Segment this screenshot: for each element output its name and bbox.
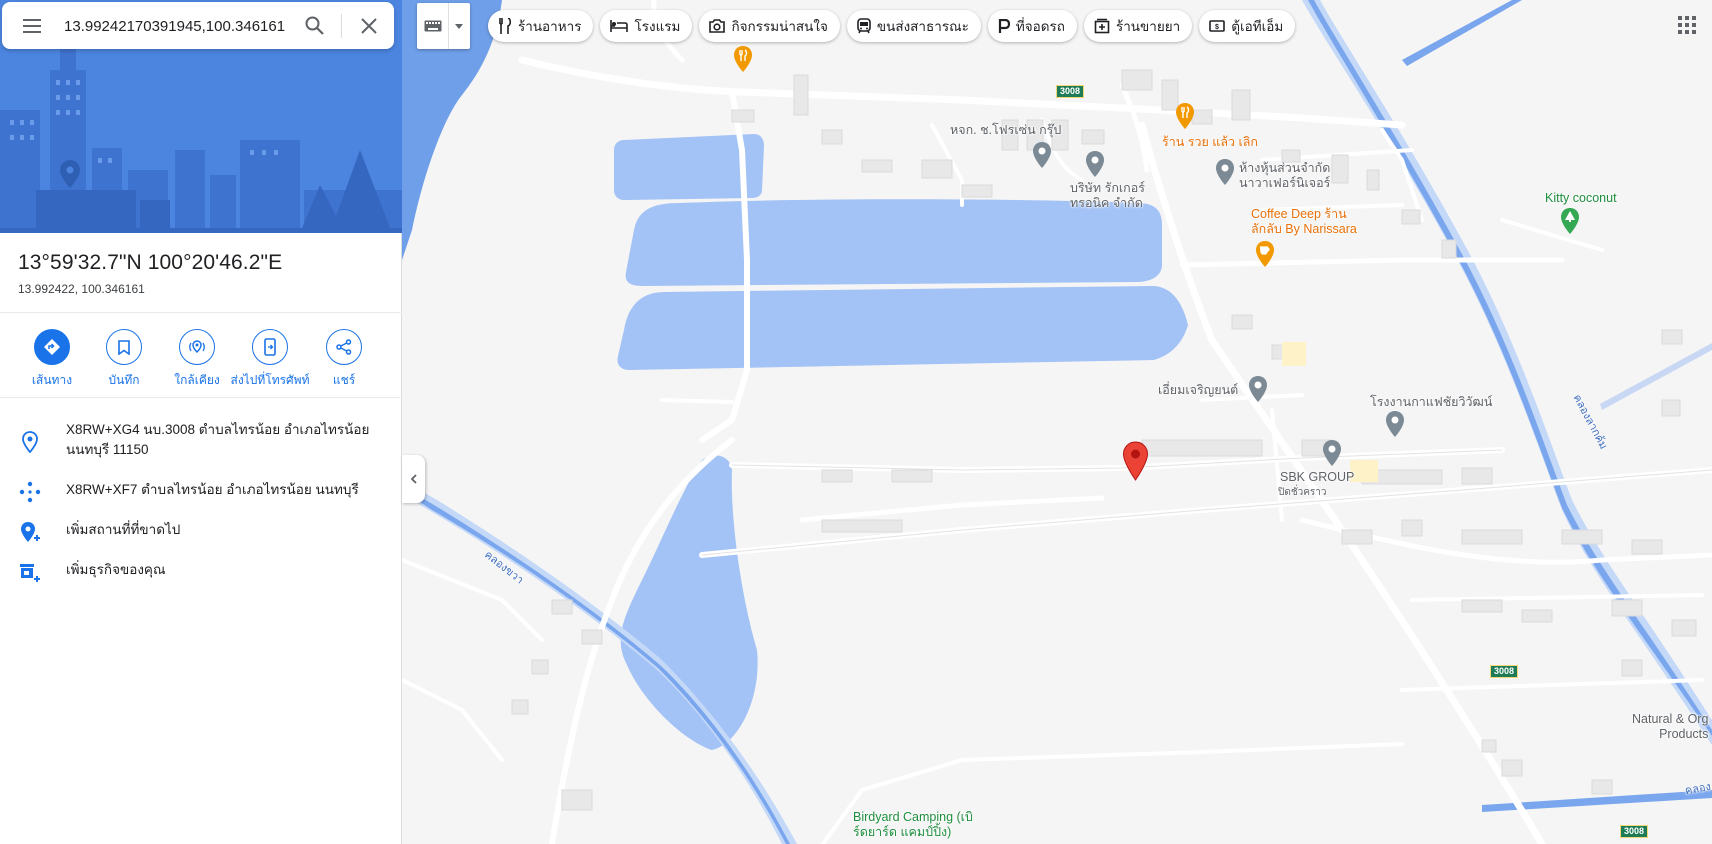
poi-label-iam[interactable]: เอี่ยมเจริญยนต์ <box>1158 383 1238 398</box>
poi-label-sbk[interactable]: SBK GROUP <box>1280 470 1354 485</box>
chip-hotels[interactable]: โรงแรม <box>600 10 693 42</box>
menu-button[interactable] <box>10 2 54 49</box>
pharmacy-icon <box>1094 18 1110 34</box>
place-decimal-coords: 13.992422, 100.346161 <box>18 282 145 296</box>
svg-text:$: $ <box>1215 24 1219 31</box>
route-shield: 3008 <box>1056 85 1084 98</box>
nearby-button[interactable]: ใกล้เคียง <box>155 329 239 390</box>
pond <box>620 455 758 750</box>
pond <box>625 199 1162 286</box>
share-button[interactable]: แชร์ <box>302 329 386 390</box>
location-pin-icon <box>18 430 42 454</box>
chip-parking[interactable]: ที่จอดรถ <box>987 10 1077 42</box>
search-button[interactable] <box>294 2 334 49</box>
restaurant-pin-icon[interactable] <box>733 45 753 73</box>
add-business-text: เพิ่มธุรกิจของคุณ <box>66 562 166 577</box>
poi-label-borisat[interactable]: บริษัท รักเกอร์ ทรอนิค จำกัด <box>1070 181 1145 211</box>
directions-label: เส้นทาง <box>31 373 73 387</box>
add-business-row[interactable]: เพิ่มธุรกิจของคุณ <box>0 560 402 584</box>
google-apps-icon[interactable] <box>1676 14 1698 36</box>
add-business-icon <box>18 560 42 584</box>
place-panel: 13°59'32.7"N 100°20'46.2"E 13.992422, 10… <box>0 0 402 844</box>
add-place-row[interactable]: เพิ่มสถานที่ที่ขาดไป <box>0 520 402 544</box>
poi-label-hang-hun[interactable]: ห้างหุ้นส่วนจำกัด นาวาเฟอร์นิเจอร์ <box>1239 161 1330 191</box>
poi-label-ran-ruay[interactable]: ร้าน รวย แล้ว เลิก <box>1162 135 1258 150</box>
keyboard-icon[interactable] <box>417 3 449 49</box>
route-shield: 3008 <box>1620 825 1648 838</box>
close-button[interactable] <box>349 2 389 49</box>
input-tools-button[interactable] <box>417 3 470 49</box>
plus-code-row[interactable]: X8RW+XF7 ตำบลไทรน้อย อำเภอไทรน้อย นนทบุร… <box>0 480 402 504</box>
divider <box>0 397 402 398</box>
nearby-label: ใกล้เคียง <box>174 373 220 387</box>
restaurant-pin-icon[interactable] <box>1175 102 1195 130</box>
pond <box>617 286 1188 370</box>
address-text: X8RW+XG4 นบ.3008 ตำบลไทรน้อย อำเภอไทรน้อ… <box>66 422 370 457</box>
address-row[interactable]: X8RW+XG4 นบ.3008 ตำบลไทรน้อย อำเภอไทรน้อ… <box>0 420 402 464</box>
route-shield: 3008 <box>1490 665 1518 678</box>
atm-icon: $ <box>1209 20 1226 32</box>
park-pin-icon[interactable] <box>1560 207 1580 235</box>
plus-code-icon <box>18 480 42 504</box>
add-place-icon <box>18 520 42 544</box>
chip-pharmacies[interactable]: ร้านขายยา <box>1083 10 1193 42</box>
share-label: แชร์ <box>332 373 356 387</box>
business-pin-icon[interactable] <box>1385 410 1405 438</box>
collapse-panel-button[interactable] <box>402 455 425 503</box>
send-to-phone-label: ส่งไปที่โทรศัพท์ <box>230 373 310 387</box>
canal <box>1302 0 1712 745</box>
chevron-left-icon <box>410 474 417 484</box>
search-input[interactable] <box>64 13 286 39</box>
bookmark-icon <box>106 329 142 365</box>
hotel-icon <box>610 20 629 32</box>
business-pin-icon[interactable] <box>1248 375 1268 403</box>
canal-branch <box>1402 0 1522 66</box>
restaurant-icon <box>499 18 512 34</box>
chip-restaurants[interactable]: ร้านอาหาร <box>488 10 594 42</box>
search-icon <box>305 16 324 35</box>
chip-things-to-do[interactable]: กิจกรรมน่าสนใจ <box>699 10 840 42</box>
share-icon <box>326 329 362 365</box>
poi-label-coffee-deep[interactable]: Coffee Deep ร้าน ลักลับ By Narissara <box>1251 207 1357 237</box>
poi-label-hjk[interactable]: หจก. ช.โฟรเซ่น กรุ๊ป <box>950 123 1061 138</box>
poi-label-sbk-status: ปิดชั่วคราว <box>1278 487 1327 498</box>
divider <box>0 312 402 313</box>
transit-icon <box>857 18 871 34</box>
category-chips: ร้านอาหาร โรงแรม กิจกรรมน่าสนใจ ขนส่งสาธ… <box>488 10 1296 42</box>
chevron-down-icon[interactable] <box>449 3 469 49</box>
send-to-phone-icon <box>252 329 288 365</box>
business-pin-icon[interactable] <box>1085 150 1105 178</box>
poi-label-factory[interactable]: โรงงานกาแฟชัยวิวัฒน์ <box>1370 395 1492 410</box>
search-divider <box>341 14 342 38</box>
directions-icon <box>34 329 70 365</box>
save-label: บันทึก <box>108 373 140 387</box>
add-place-text: เพิ่มสถานที่ที่ขาดไป <box>66 522 181 537</box>
business-pin-icon[interactable] <box>1322 439 1342 467</box>
save-button[interactable]: บันทึก <box>82 329 166 390</box>
nearby-icon <box>179 329 215 365</box>
poi-label-birdyard[interactable]: Birdyard Camping (เบิ ร์ดยาร์ด แคมป์ปิ้ง… <box>853 810 973 840</box>
menu-icon <box>23 18 41 33</box>
building-highlight <box>1282 342 1306 366</box>
search-box <box>2 2 394 49</box>
place-title: 13°59'32.7"N 100°20'46.2"E <box>18 251 283 274</box>
plus-code-text: X8RW+XF7 ตำบลไทรน้อย อำเภอไทรน้อย นนทบุร… <box>66 482 359 497</box>
cafe-pin-icon[interactable] <box>1255 240 1275 268</box>
dropped-pin-icon[interactable] <box>1122 441 1149 481</box>
close-icon <box>361 17 377 34</box>
poi-label-natural[interactable]: Natural & Org Products <box>1632 712 1708 742</box>
chip-atms[interactable]: $ ตู้เอทีเอ็ม <box>1199 10 1296 42</box>
parking-icon <box>998 19 1010 33</box>
chip-transit[interactable]: ขนส่งสาธารณะ <box>846 10 981 42</box>
send-to-phone-button[interactable]: ส่งไปที่โทรศัพท์ <box>228 329 312 390</box>
map-canvas[interactable]: 3008 3008 3008 หจก. ช.โฟรเซ่น กรุ๊ป บริษ… <box>402 0 1712 844</box>
business-pin-icon[interactable] <box>1032 141 1052 169</box>
camera-icon <box>709 19 726 33</box>
business-pin-icon[interactable] <box>1215 158 1235 186</box>
poi-label-kitty-coconut[interactable]: Kitty coconut <box>1545 191 1617 206</box>
